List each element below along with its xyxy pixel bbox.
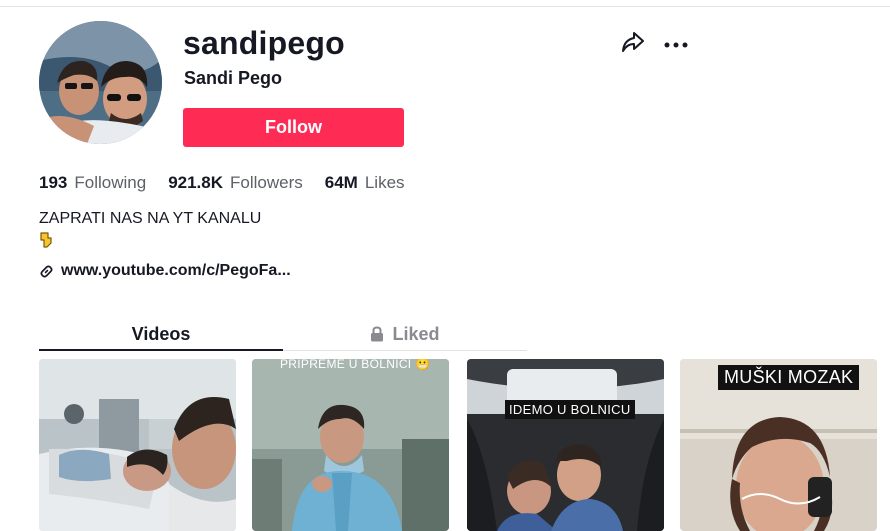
stat-value: 64M bbox=[324, 173, 358, 192]
share-button[interactable] bbox=[619, 30, 647, 58]
tab-divider bbox=[283, 350, 527, 351]
video-caption: MUŠKI MOZAK bbox=[718, 365, 860, 390]
video-thumbnail[interactable]: MUŠKI MOZAK bbox=[680, 359, 877, 531]
more-dots-icon bbox=[664, 35, 688, 53]
more-options-button[interactable] bbox=[662, 32, 690, 56]
video-thumbnail[interactable]: PRIPREME U BOLNICI 😬 bbox=[252, 359, 449, 531]
video-thumbnail[interactable]: IDEMO U BOLNICU bbox=[467, 359, 664, 531]
avatar bbox=[39, 21, 162, 144]
video-thumbnail[interactable] bbox=[39, 359, 236, 531]
follow-button[interactable]: Follow bbox=[183, 108, 404, 147]
bio-text: ZAPRATI NAS NA YT KANALU bbox=[39, 210, 262, 227]
lock-icon bbox=[370, 326, 384, 342]
share-arrow-icon bbox=[621, 31, 645, 58]
stat-label: Likes bbox=[364, 173, 405, 192]
top-divider bbox=[0, 6, 890, 7]
video-caption: PRIPREME U BOLNICI 😬 bbox=[280, 359, 431, 371]
profile-link[interactable]: www.youtube.com/c/PegoFa... bbox=[39, 262, 291, 280]
tab-label: Videos bbox=[131, 323, 191, 344]
pointing-down-icon bbox=[40, 232, 52, 248]
link-text: www.youtube.com/c/PegoFa... bbox=[61, 262, 291, 279]
stat-value: 193 bbox=[39, 173, 68, 192]
stat-following[interactable]: 193 Following bbox=[39, 173, 146, 193]
stat-likes: 64M Likes bbox=[325, 173, 405, 193]
tab-active-indicator bbox=[39, 349, 283, 351]
stat-label: Followers bbox=[230, 173, 303, 192]
tab-liked[interactable]: Liked bbox=[283, 317, 527, 351]
profile-stats: 193 Following 921.8K Followers 64M Likes bbox=[39, 173, 427, 193]
link-icon bbox=[39, 263, 55, 279]
stat-value: 921.8K bbox=[168, 173, 224, 192]
tab-videos[interactable]: Videos bbox=[39, 317, 283, 351]
username: sandipego bbox=[183, 25, 345, 61]
display-name: Sandi Pego bbox=[184, 68, 283, 88]
tab-label: Liked bbox=[392, 323, 440, 344]
stat-followers[interactable]: 921.8K Followers bbox=[168, 173, 303, 193]
video-caption: IDEMO U BOLNICU bbox=[505, 400, 635, 419]
stat-label: Following bbox=[74, 173, 147, 192]
bio-emoji bbox=[39, 231, 53, 254]
